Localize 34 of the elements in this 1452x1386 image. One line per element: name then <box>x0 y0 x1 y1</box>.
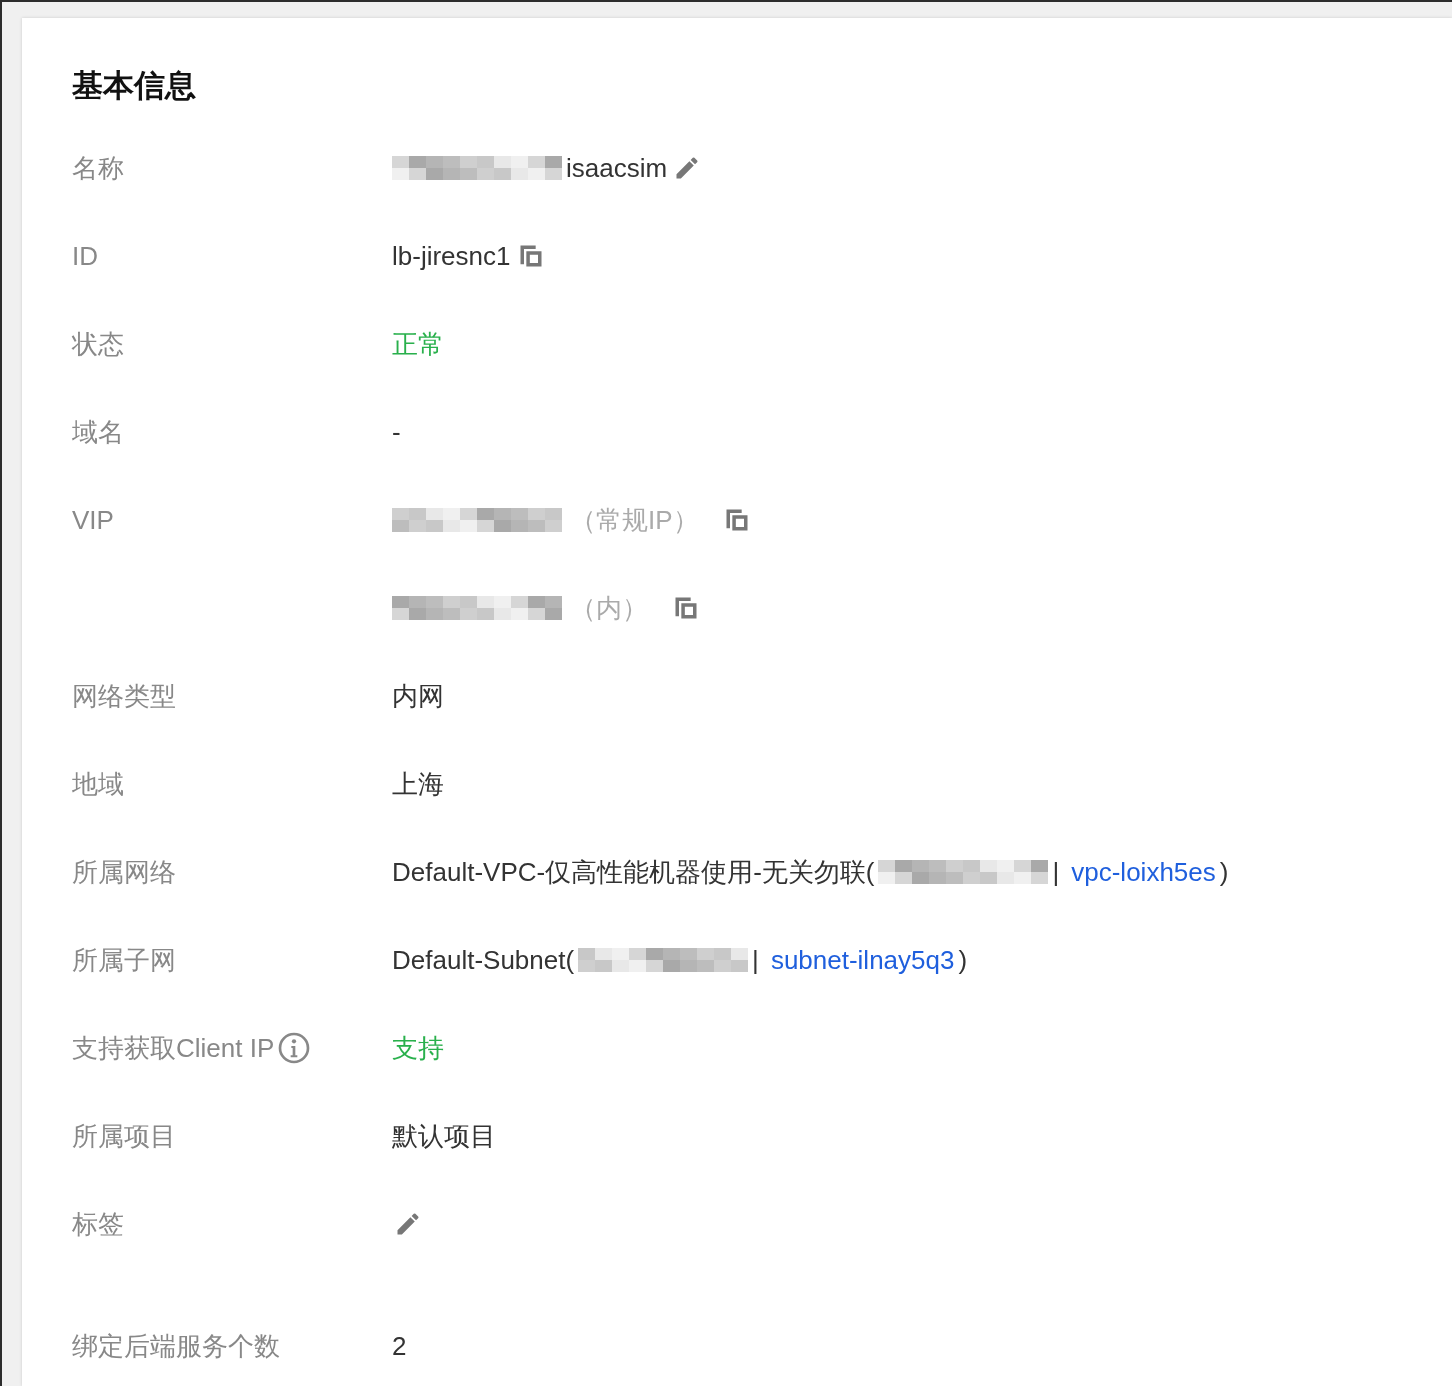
status-text: 支持 <box>392 1031 444 1065</box>
field-value: 默认项目 <box>392 1119 496 1153</box>
field-label: 名称 <box>72 151 124 185</box>
field-value: | <box>1052 856 1060 888</box>
ip-type-text: （内） <box>570 591 648 625</box>
field-value: 2 <box>392 1330 407 1362</box>
field-label: 域名 <box>72 415 124 449</box>
info-icon[interactable] <box>278 1032 311 1064</box>
field-value: lb-jiresnc1 <box>392 240 511 272</box>
field-label: VIP <box>72 504 114 536</box>
field-value: - <box>392 416 401 448</box>
field-label: 地域 <box>72 767 124 801</box>
section-title: 基本信息 <box>72 67 197 105</box>
field-label: 绑定后端服务个数 <box>72 1329 280 1363</box>
field-label: ID <box>72 240 98 272</box>
status-text: 正常 <box>392 327 444 361</box>
field-label: 标签 <box>72 1207 124 1241</box>
field-value: ) <box>1219 856 1229 888</box>
resource-link[interactable]: vpc-loixh5es <box>1071 856 1216 888</box>
field-value: Default-VPC-仅高性能机器使用-无关勿联( <box>392 855 875 889</box>
ip-type-text: （常规IP） <box>570 503 699 537</box>
field-value: Default-Subnet( <box>392 944 575 976</box>
field-value: 上海 <box>392 767 444 801</box>
field-label: 状态 <box>72 327 124 361</box>
field-label: 网络类型 <box>72 679 176 713</box>
field-label: 所属子网 <box>72 943 176 977</box>
field-label: 所属网络 <box>72 855 176 889</box>
resource-link[interactable]: subnet-ilnay5q3 <box>770 944 955 976</box>
field-value: | <box>752 944 759 976</box>
field-label: 所属项目 <box>72 1119 176 1153</box>
field-value: ) <box>958 944 968 976</box>
field-value: 内网 <box>392 679 444 713</box>
field-label: 支持获取Client IP <box>72 1031 275 1065</box>
field-value: isaacsim <box>566 152 668 184</box>
